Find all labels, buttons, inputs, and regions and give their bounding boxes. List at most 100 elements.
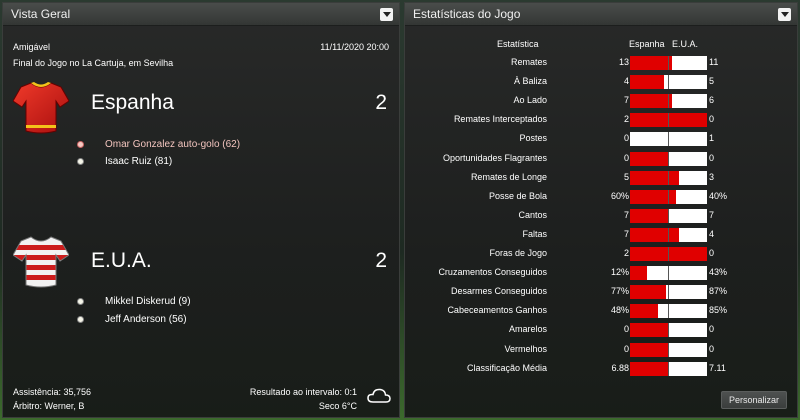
stat-row: Postes 0 1 [405,131,799,147]
attendance: Assistência: 35,756 [13,387,92,397]
own-goal-ball-icon [77,141,84,148]
home-shirt-icon[interactable] [13,81,69,135]
stats-home-header: Espanha [629,39,665,49]
stat-bar-midline [668,132,669,147]
stat-bar-home-fill [630,56,672,70]
stat-away-value: 43% [709,267,728,278]
stat-bar [630,189,707,204]
stat-bar-midline [668,285,669,300]
stat-away-value: 11 [709,57,719,67]
stat-home-value: 6.88 [611,362,629,373]
stat-label: Desarmes Conseguidos [450,286,547,297]
away-scorer-2[interactable]: Jeff Anderson (56) [105,314,187,325]
stat-row: Cabeceamentos Ganhos 48% 85% [405,303,799,319]
overview-title: Vista Geral [11,7,71,21]
stat-row: À Baliza 4 5 [405,74,799,90]
overview-panel: Vista Geral Amigável 11/11/2020 20:00 Fi… [2,2,400,418]
half-time-result: Resultado ao intervalo: 0:1 [249,387,357,397]
stat-row: Remates Interceptados 2 0 [405,112,799,128]
stat-label: Cabeceamentos Ganhos [447,305,547,316]
stat-home-value: 7 [623,228,629,239]
stat-row: Cantos 7 7 [405,208,799,224]
home-score: 2 [375,91,387,114]
stat-bar [630,56,707,70]
away-event-1: Mikkel Diskerud (9) [77,296,191,307]
stat-bar-midline [668,323,669,338]
stat-bar-midline [668,361,669,376]
stat-bar [630,94,707,109]
home-scorer-1[interactable]: Omar Gonzalez auto-golo (62) [105,139,240,150]
customize-button[interactable]: Personalizar [721,391,787,409]
stat-away-value: 3 [709,171,715,182]
stat-bar-home-fill [630,151,669,166]
stat-label: Cantos [518,209,547,220]
stat-label: Cruzamentos Conseguidos [438,267,547,278]
stat-bar-midline [668,304,669,319]
stat-label: Vermelhos [504,343,547,354]
stat-away-value: 4 [709,228,715,239]
stat-label: Posse de Bola [488,190,547,201]
stat-bar-home-fill [630,361,668,376]
referee[interactable]: Árbitro: Werner, B [13,401,84,411]
stat-home-value: 48% [610,305,629,316]
stat-bar-midline [668,266,669,281]
stat-bar-midline [668,151,669,166]
stat-away-value: 1 [709,133,715,144]
stat-home-value: 0 [623,152,629,163]
stat-home-value: 13 [618,57,629,67]
match-venue: Final do Jogo no La Cartuja, em Sevilha [13,58,174,68]
stat-home-value: 12% [610,267,629,278]
stat-label: À Baliza [513,76,547,87]
stats-panel: Estatísticas do Jogo Estatística Espanha… [404,2,798,418]
stat-bar-midline [668,113,669,128]
stat-bar [630,342,707,357]
stat-home-value: 7 [623,95,629,106]
stat-home-value: 0 [623,324,629,335]
stat-bar-home-fill [630,170,679,185]
stat-row: Amarelos 0 0 [405,322,799,338]
stat-home-value: 60% [610,190,629,201]
stat-bar [630,304,707,319]
home-event-2: Isaac Ruiz (81) [77,156,172,167]
stat-label: Faltas [522,228,547,239]
overview-header: Vista Geral [3,3,399,26]
weather-text: Seco 6°C [318,401,357,411]
competition-name: Amigável [13,42,51,52]
away-score: 2 [375,249,387,272]
stat-home-value: 0 [623,133,629,144]
overview-menu-button[interactable] [380,7,393,21]
away-shirt-icon[interactable] [13,235,69,289]
stat-away-value: 5 [709,76,715,87]
away-team-name[interactable]: E.U.A. [91,249,152,273]
stat-bar-home-fill [630,266,647,281]
chevron-down-icon [780,11,789,17]
stat-bar-midline [668,342,669,357]
stat-away-value: 87% [709,286,728,297]
stat-away-value: 6 [709,95,715,106]
stat-home-value: 4 [623,76,629,87]
stat-home-value: 2 [623,114,629,125]
stat-bar-midline [668,56,669,70]
stats-title: Estatísticas do Jogo [413,7,521,21]
home-scorer-2[interactable]: Isaac Ruiz (81) [105,156,172,167]
match-date: 11/11/2020 20:00 [320,42,389,52]
stat-row: Ao Lado 7 6 [405,93,799,109]
stat-bar-home-fill [630,227,680,242]
home-team-name[interactable]: Espanha [91,91,174,115]
stat-bar-home-fill [630,304,658,319]
stat-label: Postes [519,133,547,144]
away-scorer-1[interactable]: Mikkel Diskerud (9) [105,296,191,307]
stat-bar-home-fill [630,342,669,357]
stat-away-value: 7 [709,209,715,220]
stat-row: Foras de Jogo 2 0 [405,246,799,262]
stat-bar [630,227,707,242]
stat-bar [630,247,707,261]
stats-header: Estatísticas do Jogo [405,3,797,26]
stat-bar [630,113,707,128]
goal-ball-icon [77,158,84,165]
stat-bar [630,75,707,90]
stat-away-value: 0 [709,114,715,125]
stat-away-value: 7.11 [709,362,726,373]
stat-label: Remates de Longe [470,171,547,182]
stats-menu-button[interactable] [778,7,791,21]
